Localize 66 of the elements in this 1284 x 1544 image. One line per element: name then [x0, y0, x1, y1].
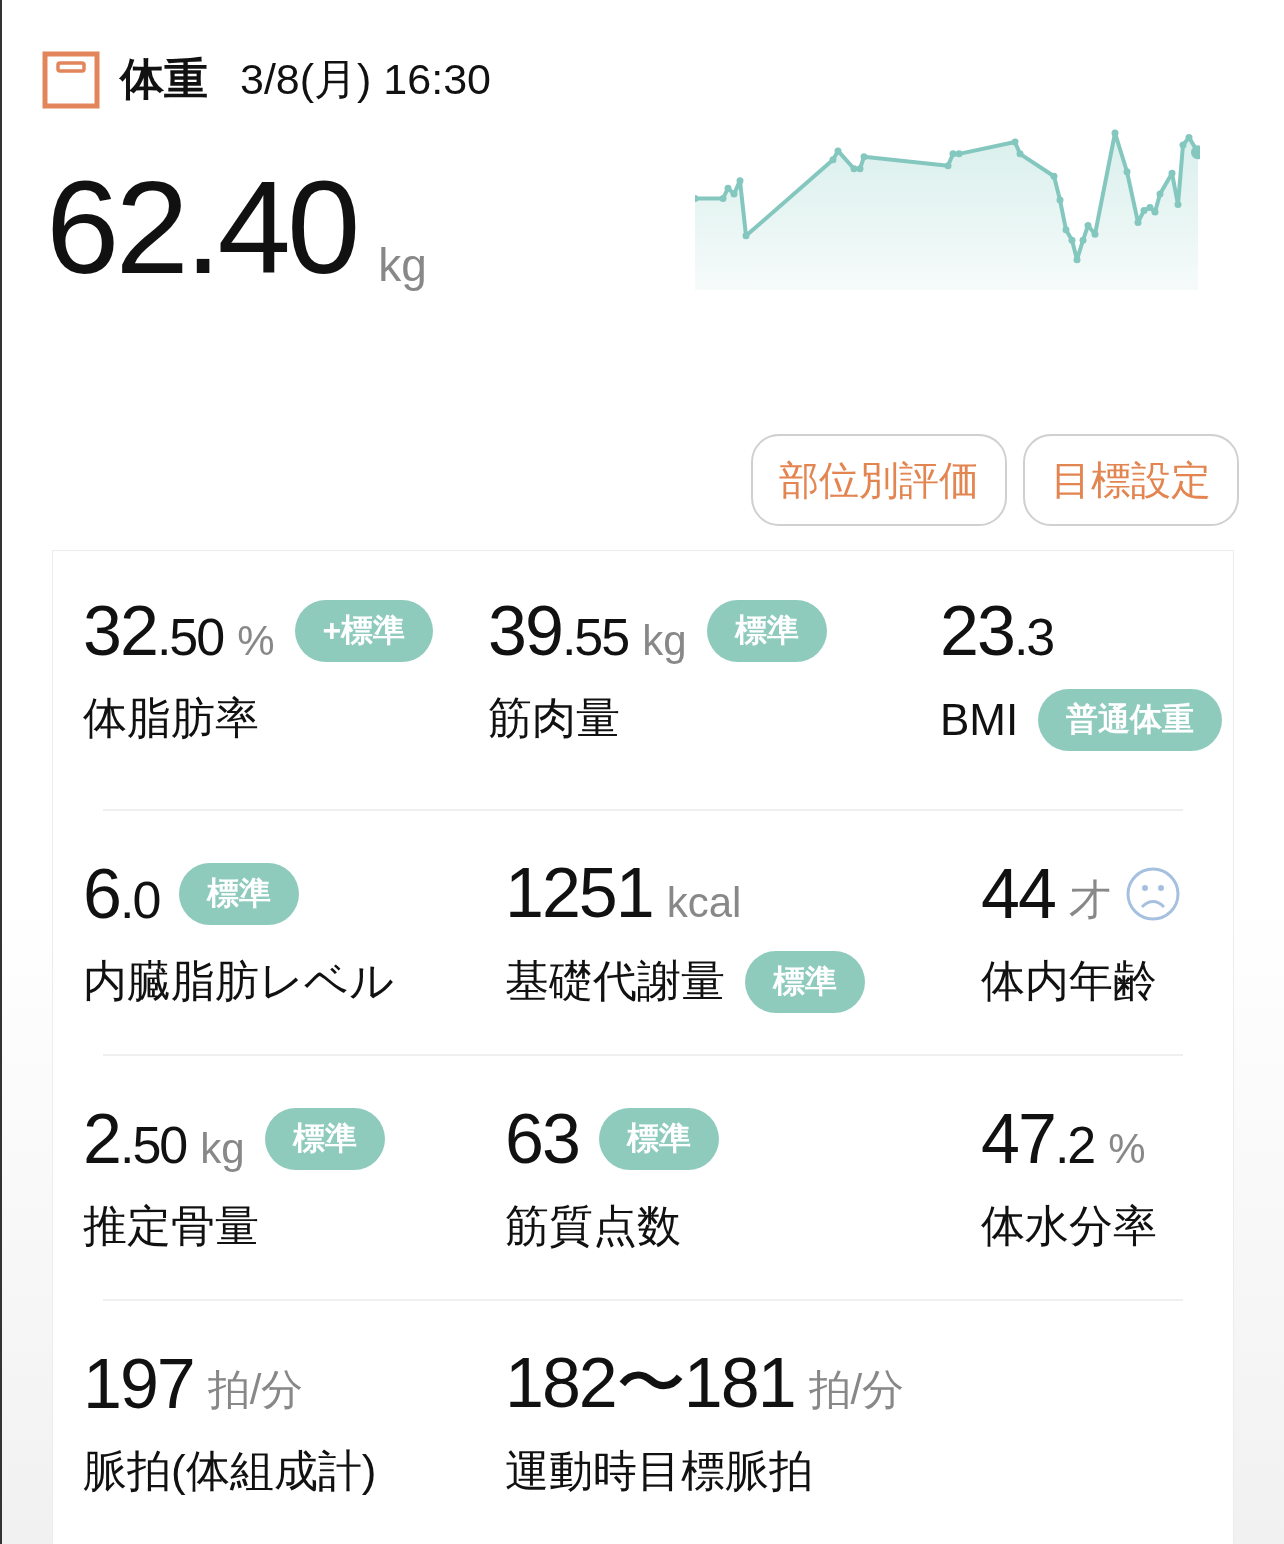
data-point	[1073, 256, 1081, 264]
metric-value: 6.0	[83, 854, 160, 934]
status-badge: 標準	[706, 600, 827, 662]
metric-label: BMI	[940, 695, 1019, 745]
metric-label: 体水分率	[981, 1200, 1157, 1252]
latest-data-point	[1191, 145, 1200, 160]
data-point	[719, 195, 727, 203]
status-badge: 標準	[598, 1108, 719, 1170]
metric-label: 推定骨量	[83, 1200, 259, 1252]
data-point	[1168, 169, 1176, 177]
metric-value: 32.50	[83, 591, 224, 671]
data-point	[1111, 129, 1119, 137]
data-point	[736, 177, 744, 185]
sad-face-icon	[1124, 866, 1181, 922]
metric-value: 1251	[505, 852, 653, 933]
metric-unit: 拍/分	[207, 1365, 304, 1415]
metric-label: 脈拍(体組成計)	[83, 1445, 377, 1497]
metric-label: 筋肉量	[488, 692, 620, 744]
metric-unit: kg	[642, 617, 687, 665]
metric-value: 2.50	[83, 1099, 187, 1179]
metric-label: 基礎代謝量	[505, 955, 725, 1007]
metric-value: 44	[981, 854, 1055, 934]
metric-unit: %	[237, 617, 275, 665]
status-badge: 標準	[179, 863, 300, 925]
data-point	[742, 232, 750, 240]
metric-unit: 拍/分	[808, 1365, 905, 1415]
data-point	[1156, 190, 1164, 198]
metric-unit: kg	[200, 1125, 245, 1173]
measurement-title: 体重	[120, 53, 208, 105]
scale-icon	[42, 50, 100, 109]
outline-button[interactable]: 目標設定	[1023, 434, 1239, 526]
data-point	[1079, 236, 1087, 244]
metric-label: 運動時目標脈拍	[505, 1445, 813, 1497]
measurement-date: 3/8(月) 16:30	[240, 53, 491, 105]
data-point	[1011, 138, 1019, 146]
metric-label: 体脂肪率	[83, 692, 259, 744]
data-point	[695, 195, 699, 203]
metric-label: 体内年齢	[981, 955, 1157, 1007]
metric-unit: %	[1108, 1125, 1146, 1173]
metric-value: 39.55	[488, 591, 629, 671]
status-badge: +標準	[294, 600, 434, 662]
data-point	[1068, 236, 1076, 244]
data-point	[1174, 201, 1182, 208]
metric-value: 47.2	[981, 1099, 1095, 1179]
data-point	[1134, 218, 1142, 226]
metric-unit: kcal	[666, 878, 742, 927]
data-point	[1123, 168, 1131, 176]
metric-value: 23.3	[940, 591, 1054, 671]
metric-value: 63	[505, 1099, 579, 1179]
status-badge: 標準	[745, 950, 865, 1013]
metric-label: 筋質点数	[505, 1200, 681, 1252]
data-point	[1016, 150, 1024, 158]
metric-unit: 才	[1068, 875, 1111, 925]
status-badge: 普通体重	[1038, 689, 1223, 751]
data-point	[1050, 172, 1058, 180]
weight-unit: kg	[378, 238, 427, 292]
metric-value: 197	[83, 1344, 194, 1424]
metric-value: 182〜181	[505, 1343, 795, 1424]
data-point	[860, 153, 868, 161]
data-point	[944, 162, 952, 170]
metric-label: 内臓脂肪レベル	[83, 955, 394, 1007]
data-point	[1056, 196, 1064, 204]
data-point	[1062, 226, 1070, 234]
status-badge: 標準	[264, 1108, 385, 1170]
outline-button[interactable]: 部位別評価	[751, 434, 1007, 526]
weight-value: 62.40	[46, 162, 357, 294]
